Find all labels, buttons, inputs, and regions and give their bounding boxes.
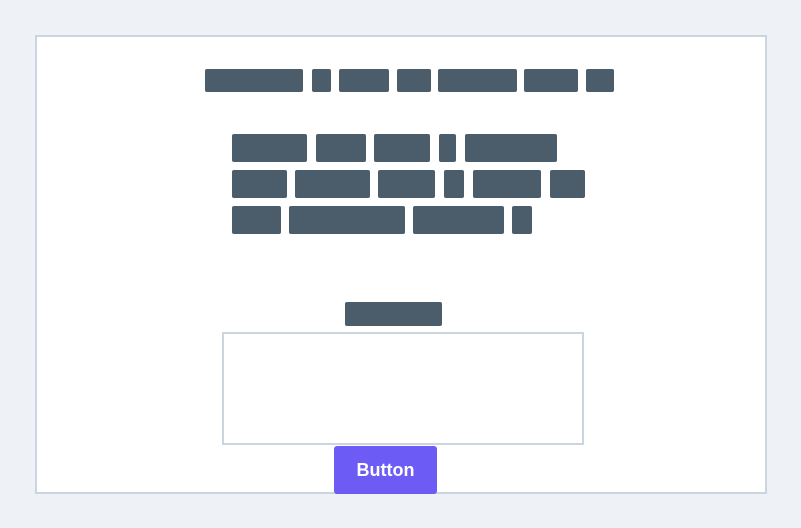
redacted-word xyxy=(232,134,307,162)
redacted-word xyxy=(232,206,281,234)
form-card: Button xyxy=(35,35,767,494)
redacted-word xyxy=(439,134,456,162)
redacted-word xyxy=(465,134,557,162)
redacted-word xyxy=(586,69,614,92)
redacted-word xyxy=(374,134,430,162)
text-area[interactable] xyxy=(222,332,584,445)
redacted-word xyxy=(438,69,517,92)
redacted-word xyxy=(444,170,464,198)
redacted-word xyxy=(397,69,431,92)
redacted-word xyxy=(232,170,287,198)
redacted-word xyxy=(312,69,331,92)
field-label xyxy=(345,302,442,326)
redacted-word xyxy=(205,69,303,92)
redacted-word xyxy=(339,69,389,92)
redacted-word xyxy=(550,170,585,198)
submit-button[interactable]: Button xyxy=(334,446,437,494)
redacted-word xyxy=(512,206,532,234)
redacted-word xyxy=(295,170,370,198)
redacted-word xyxy=(316,134,366,162)
redacted-word xyxy=(524,69,578,92)
redacted-word xyxy=(378,170,435,198)
redacted-word xyxy=(473,170,541,198)
redacted-word xyxy=(289,206,405,234)
redacted-word xyxy=(413,206,504,234)
